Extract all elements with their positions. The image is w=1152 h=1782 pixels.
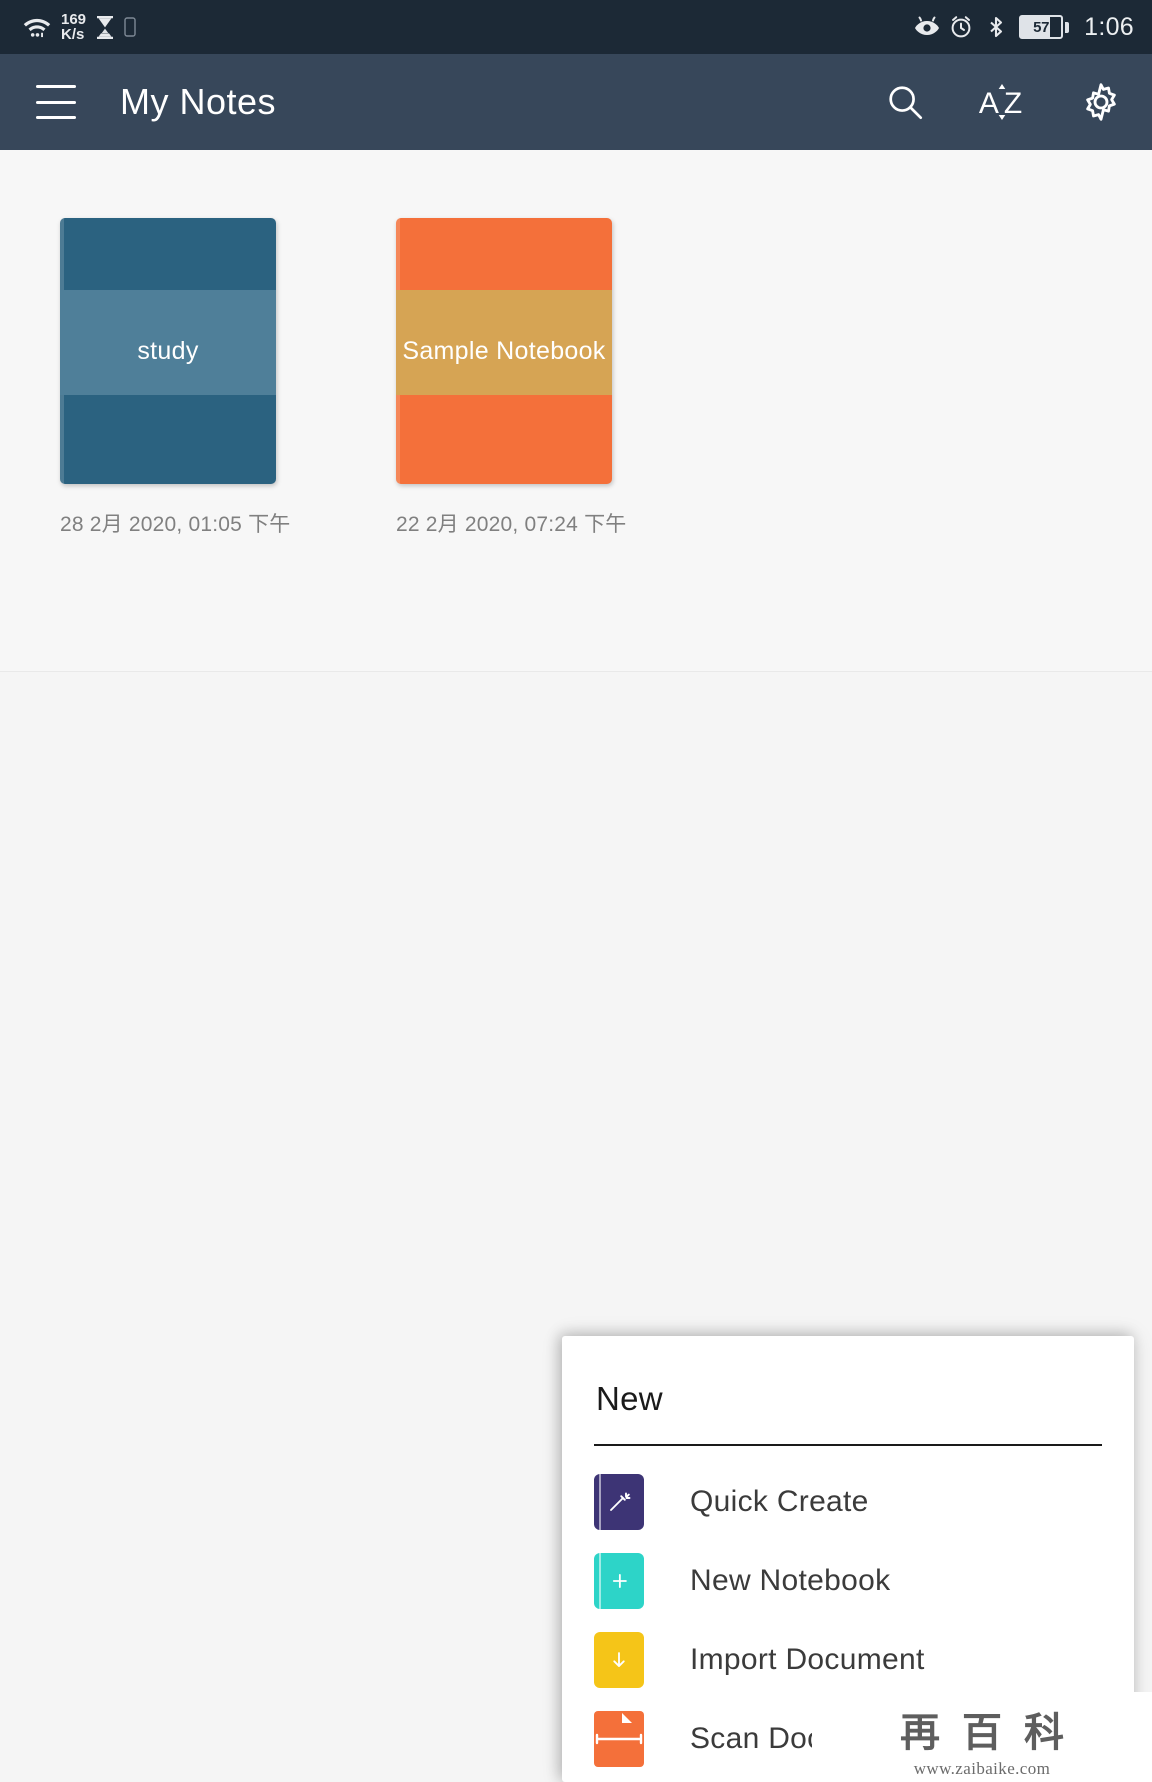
- gear-icon[interactable]: [1078, 79, 1124, 125]
- battery-body: 57: [1019, 15, 1064, 39]
- popup-title: New: [596, 1380, 663, 1417]
- notebook-grid-container: study 28 2月 2020, 01:05 下午 Sample Notebo…: [0, 150, 1152, 672]
- battery-level: 57: [1033, 18, 1050, 36]
- notebook-title: study: [137, 336, 199, 365]
- notebook-card[interactable]: Sample Notebook 22 2月 2020, 07:24 下午: [396, 218, 627, 538]
- book-spine: [599, 1473, 601, 1530]
- hamburger-menu-icon[interactable]: [36, 85, 76, 119]
- notebook-date: 22 2月 2020, 07:24 下午: [396, 513, 627, 536]
- bluetooth-icon: [984, 15, 1008, 39]
- hamburger-line: [36, 100, 76, 104]
- wifi-icon: [22, 15, 52, 39]
- app-root: 169 K/s 57 1:06 My Notes AZ study 28 2月 …: [0, 0, 1152, 1782]
- notebook-cover[interactable]: study: [60, 218, 276, 484]
- scan-document-icon: [594, 1710, 644, 1767]
- alarm-clock-icon: [949, 15, 973, 39]
- watermark-glyphs: 再 百 科: [900, 1700, 1064, 1758]
- network-speed: 169 K/s: [61, 12, 86, 42]
- status-bar-left: 169 K/s: [22, 12, 136, 42]
- battery-cap: [1065, 21, 1070, 33]
- watermark-glyph-3: 科: [1024, 1709, 1064, 1756]
- sort-alphabetical-icon[interactable]: AZ: [976, 79, 1030, 125]
- search-icon[interactable]: [882, 79, 928, 125]
- app-bar-actions: AZ: [882, 79, 1124, 125]
- page-title: My Notes: [120, 81, 277, 122]
- watermark-glyph-1: 再: [900, 1709, 940, 1756]
- menu-item-label: Import Document: [690, 1642, 925, 1676]
- hourglass-icon: [95, 15, 115, 40]
- watermark-url: www.zaibaike.com: [913, 1758, 1051, 1778]
- app-bar: My Notes AZ: [0, 54, 1152, 150]
- notebook-date: 28 2月 2020, 01:05 下午: [60, 513, 291, 536]
- notebook-card[interactable]: study 28 2月 2020, 01:05 下午: [60, 218, 291, 538]
- notebook-grid: study 28 2月 2020, 01:05 下午 Sample Notebo…: [0, 150, 1152, 538]
- notebook-title: Sample Notebook: [402, 336, 606, 365]
- watermark: 再 百 科 www.zaibaike.com: [812, 1692, 1152, 1782]
- network-speed-value: 169: [61, 11, 87, 28]
- download-document-icon: [594, 1631, 644, 1688]
- hamburger-line: [36, 85, 76, 88]
- menu-item-import-document[interactable]: Import Document: [594, 1620, 1102, 1699]
- status-bar-right: 57 1:06: [914, 13, 1134, 42]
- network-speed-unit: K/s: [61, 26, 85, 43]
- hamburger-line: [36, 116, 76, 119]
- plus-book-icon: [594, 1552, 644, 1609]
- status-bar: 169 K/s 57 1:06: [0, 0, 1152, 54]
- menu-item-label: New Notebook: [690, 1563, 891, 1597]
- menu-item-label: Quick Create: [690, 1484, 869, 1518]
- sort-label: AZ: [978, 87, 1028, 120]
- magic-wand-book-icon: [594, 1473, 644, 1530]
- menu-item-quick-create[interactable]: Quick Create: [594, 1462, 1102, 1541]
- notebook-cover[interactable]: Sample Notebook: [396, 218, 612, 484]
- status-bar-clock: 1:06: [1084, 12, 1134, 41]
- sim-card-icon: [124, 17, 136, 37]
- battery-indicator: 57: [1019, 15, 1070, 39]
- book-spine: [599, 1552, 601, 1609]
- eye-icon: [914, 15, 940, 39]
- watermark-glyph-2: 百: [962, 1709, 1002, 1756]
- menu-item-new-notebook[interactable]: New Notebook: [594, 1541, 1102, 1620]
